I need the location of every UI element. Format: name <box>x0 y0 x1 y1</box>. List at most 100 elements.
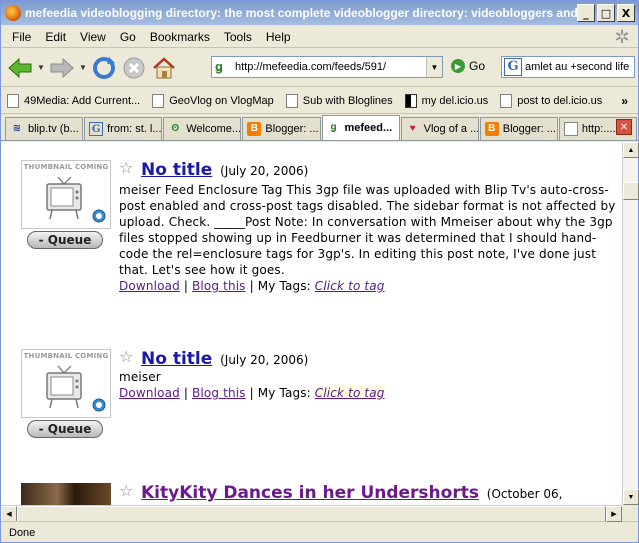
back-arrow-icon <box>8 57 32 78</box>
scroll-up-button[interactable]: ▲ <box>623 142 639 158</box>
blog-this-link[interactable]: Blog this <box>192 386 246 400</box>
google-icon: G <box>89 122 104 136</box>
mefeedia-icon: ǥ <box>330 122 337 133</box>
home-icon <box>153 56 175 78</box>
thumbnail-coming-label: THUMBNAIL COMING <box>23 352 109 360</box>
bookmark-my-delicious[interactable]: my del.icio.us <box>404 93 489 108</box>
navigation-toolbar: ▼ ▼ ǥ http://mefeedia.com/feeds/591/ ▼ ▶… <box>1 49 638 87</box>
bookmark-post-delicious[interactable]: post to del.icio.us <box>500 93 602 108</box>
back-history-dropdown[interactable]: ▼ <box>35 63 47 72</box>
stop-button[interactable] <box>119 53 149 83</box>
menu-go[interactable]: Go <box>113 30 143 44</box>
page-icon <box>563 122 578 136</box>
forward-history-dropdown[interactable]: ▼ <box>77 63 89 72</box>
scroll-left-button[interactable]: ◀ <box>1 506 17 522</box>
search-input[interactable]: amlet au +second life <box>522 61 629 73</box>
forward-button[interactable] <box>47 53 77 83</box>
tripadvisor-icon: ʘ <box>171 123 180 134</box>
menu-edit[interactable]: Edit <box>38 30 73 44</box>
video-thumbnail[interactable]: THUMBNAIL COMING <box>21 349 111 418</box>
google-search-icon[interactable]: G <box>504 58 522 76</box>
click-to-tag-link[interactable]: Click to tag <box>314 386 385 400</box>
blog-this-link[interactable]: Blog this <box>192 279 246 293</box>
search-box[interactable]: G amlet au +second life <box>501 56 635 78</box>
bookmark-label: 49Media: Add Current... <box>24 94 141 107</box>
close-tab-icon[interactable]: ✕ <box>616 119 632 135</box>
video-thumbnail[interactable] <box>21 483 111 505</box>
menu-view[interactable]: View <box>73 30 113 44</box>
back-button[interactable] <box>5 53 35 83</box>
page-icon <box>152 93 165 108</box>
post-title-link[interactable]: No title <box>141 160 212 180</box>
favorite-star-icon[interactable]: ☆ <box>119 349 133 365</box>
go-arrow-icon: ▶ <box>451 59 465 73</box>
download-link[interactable]: Download <box>119 279 180 293</box>
play-badge-icon <box>92 398 106 412</box>
bookmark-49media[interactable]: 49Media: Add Current... <box>7 93 141 108</box>
close-button[interactable]: X <box>617 4 635 22</box>
scroll-down-button[interactable]: ▼ <box>623 489 639 505</box>
address-dropdown[interactable]: ▼ <box>426 57 442 77</box>
post-title-link[interactable]: KityKity Dances in her Undershorts <box>141 483 479 503</box>
address-input[interactable]: http://mefeedia.com/feeds/591/ <box>235 61 426 73</box>
scroll-right-button[interactable]: ▶ <box>606 506 622 522</box>
tab-label: Welcome... <box>186 123 242 135</box>
download-link[interactable]: Download <box>119 386 180 400</box>
video-thumbnail[interactable]: THUMBNAIL COMING <box>21 160 111 229</box>
menu-file[interactable]: File <box>5 30 38 44</box>
bookmark-geovlog[interactable]: GeoVlog on VlogMap <box>152 93 274 108</box>
menu-bookmarks[interactable]: Bookmarks <box>143 30 217 44</box>
bookmarks-toolbar: 49Media: Add Current... GeoVlog on VlogM… <box>1 88 638 114</box>
click-to-tag-link[interactable]: Click to tag <box>315 279 385 293</box>
maximize-button[interactable]: □ <box>597 4 615 22</box>
bookmark-label: Sub with Bloglines <box>302 94 393 107</box>
favorite-star-icon[interactable]: ☆ <box>119 483 133 499</box>
tv-placeholder-icon <box>46 176 82 220</box>
tab-google[interactable]: G from: st. l... <box>84 117 163 140</box>
title-bar: mefeedia videoblogging directory: the mo… <box>1 1 638 25</box>
tab-blip[interactable]: ≋ blip.tv (b... <box>5 117 84 140</box>
reload-icon <box>93 56 115 79</box>
post-actions: Download | Blog this | My Tags: Click to… <box>119 279 385 293</box>
page-icon <box>7 93 19 108</box>
tab-label: Blogger: ... <box>265 123 319 135</box>
post-title-link[interactable]: No title <box>141 349 212 369</box>
heart-icon: ♥ <box>409 123 416 134</box>
tab-label: from: st. l... <box>107 123 162 135</box>
tab-vlog[interactable]: ♥ Vlog of a ... <box>400 117 479 140</box>
tab-label: Vlog of a ... <box>423 123 479 135</box>
go-button[interactable]: ▶ Go <box>451 59 485 73</box>
menu-tools[interactable]: Tools <box>217 30 259 44</box>
vertical-scrollbar[interactable]: ▲ ▼ <box>622 142 639 505</box>
tv-placeholder-icon <box>46 365 82 409</box>
tab-blogger-1[interactable]: B Blogger: ... <box>242 117 321 140</box>
tab-welcome[interactable]: ʘ Welcome... <box>163 117 242 140</box>
my-tags-label: My Tags: <box>257 279 311 293</box>
home-button[interactable] <box>149 53 179 83</box>
horizontal-scroll-thumb[interactable] <box>17 506 606 522</box>
my-tags-label: My Tags: <box>257 386 311 400</box>
post-date: (July 20, 2006) <box>220 353 309 367</box>
blogger-icon: B <box>247 122 262 136</box>
address-bar[interactable]: ǥ http://mefeedia.com/feeds/591/ ▼ <box>211 56 443 78</box>
tab-blogger-2[interactable]: B Blogger: ... <box>479 117 558 140</box>
tab-mefeedia[interactable]: ǥ mefeed... <box>321 115 400 140</box>
minimize-button[interactable]: _ <box>577 4 595 22</box>
bookmark-bloglines[interactable]: Sub with Bloglines <box>285 93 393 108</box>
horizontal-scrollbar[interactable]: ◀ ▶ <box>1 505 622 522</box>
post-date: (October 06, <box>486 487 563 501</box>
queue-button[interactable]: - Queue <box>27 231 103 249</box>
post-description: meiser Feed Enclosure Tag This 3gp file … <box>119 183 616 277</box>
page-content: THUMBNAIL COMING - Queue ☆ No title (Jul… <box>1 142 622 505</box>
favorite-star-icon[interactable]: ☆ <box>119 160 133 176</box>
status-bar: Done <box>1 521 638 543</box>
tab-bar: ≋ blip.tv (b... G from: st. l... ʘ Welco… <box>1 115 638 141</box>
delicious-icon <box>404 93 417 108</box>
menu-help[interactable]: Help <box>259 30 298 44</box>
queue-button[interactable]: - Queue <box>27 420 103 438</box>
bookmark-label: my del.icio.us <box>421 94 489 107</box>
browser-window: mefeedia videoblogging directory: the mo… <box>0 0 639 543</box>
bookmarks-overflow-chevron[interactable]: » <box>621 94 628 108</box>
vertical-scroll-thumb[interactable] <box>623 182 639 200</box>
reload-button[interactable] <box>89 53 119 83</box>
